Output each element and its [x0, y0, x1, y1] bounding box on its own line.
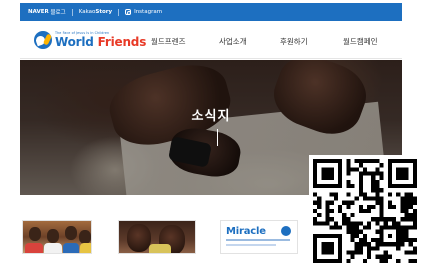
child-shirt: [63, 243, 79, 253]
instagram-label: Instagram: [134, 9, 163, 15]
page-title: 소식지: [191, 109, 231, 124]
nav-item-worldfriends[interactable]: 월드프렌즈: [151, 36, 186, 47]
miracle-title: Miracle: [226, 226, 266, 237]
kakao-story-label: Story: [95, 9, 113, 15]
child-shirt: [44, 243, 62, 253]
kakao-story-link[interactable]: Kakao Story: [79, 9, 112, 15]
qr-code-icon: [313, 159, 417, 263]
child-face: [127, 224, 151, 252]
naver-blog-link[interactable]: NAVER 블로그: [28, 8, 66, 16]
divider: [71, 8, 73, 16]
child-shirt: [25, 243, 43, 253]
newsletter-thumbnail[interactable]: Miracle: [220, 220, 298, 254]
instagram-icon: [125, 9, 132, 15]
site-logo[interactable]: The Face of Jesus Is in Children World F…: [34, 29, 146, 51]
logo-text: The Face of Jesus Is in Children World F…: [55, 31, 146, 48]
nav-item-business[interactable]: 사업소개: [219, 36, 247, 47]
logo-name-friends: Friends: [97, 35, 147, 50]
child-face: [65, 226, 77, 240]
child-face: [47, 229, 59, 243]
miracle-subtitle-bar: [226, 244, 276, 246]
sns-bar: NAVER 블로그 Kakao Story Instagram: [20, 3, 402, 21]
newsletter-thumbnail[interactable]: [22, 220, 92, 254]
naver-blog-label: 블로그: [50, 10, 66, 16]
nav-item-campaign[interactable]: 월드캠페인: [343, 36, 378, 47]
world-friends-logo-icon: [281, 226, 291, 236]
site-header: The Face of Jesus Is in Children World F…: [20, 21, 402, 59]
world-friends-logo-icon: [34, 31, 52, 49]
logo-name-world: World: [55, 35, 98, 50]
child-face: [29, 227, 41, 241]
qr-code: [309, 155, 421, 263]
kakao-brand: Kakao: [78, 9, 96, 15]
instagram-link[interactable]: Instagram: [125, 9, 162, 15]
page: NAVER 블로그 Kakao Story Instagram The Face …: [0, 0, 421, 263]
child-face: [79, 230, 91, 244]
title-underline: [217, 129, 218, 146]
nav-item-donate[interactable]: 후원하기: [280, 36, 308, 47]
child-shirt: [80, 243, 91, 253]
divider: [118, 8, 120, 16]
newsletter-thumbnail[interactable]: [118, 220, 196, 254]
miracle-subtitle-bar: [226, 239, 290, 241]
naver-brand: NAVER: [28, 9, 49, 15]
logo-name: World Friends: [55, 36, 146, 48]
child-dress: [149, 244, 171, 253]
